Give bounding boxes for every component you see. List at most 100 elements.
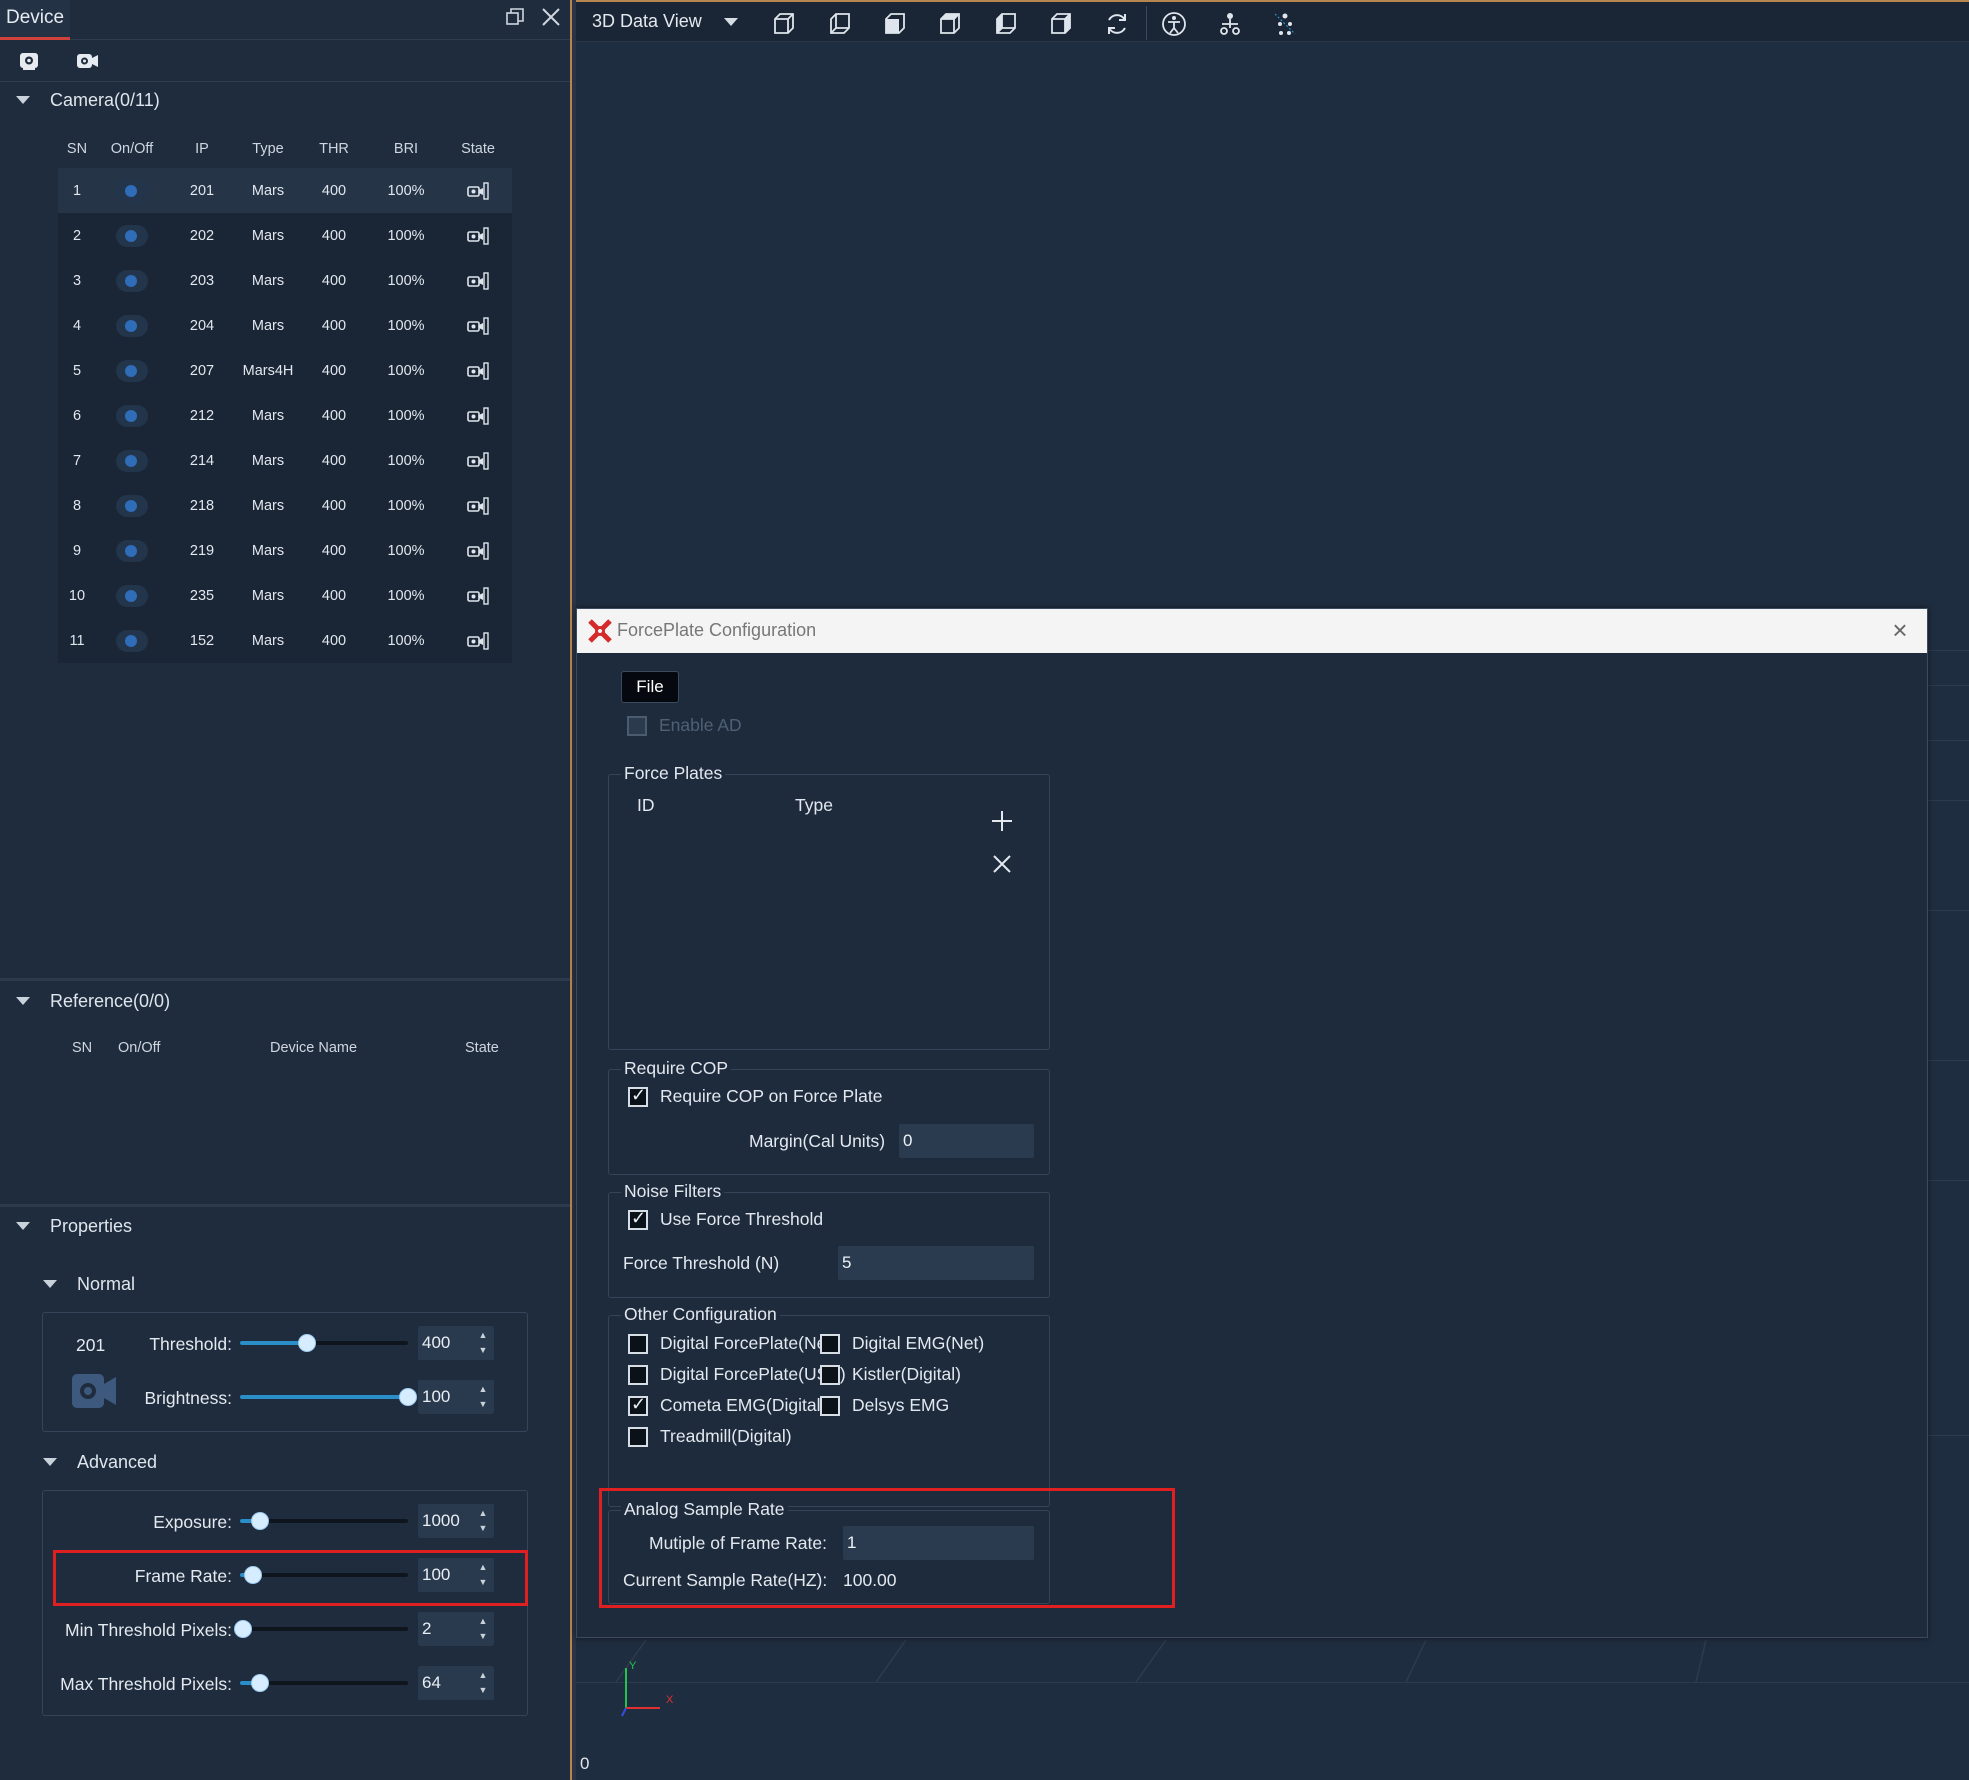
threshold-slider[interactable]	[240, 1334, 408, 1352]
camera-state[interactable]	[444, 393, 512, 438]
camera-state-icon[interactable]	[466, 451, 490, 471]
cube-front-icon[interactable]	[770, 10, 798, 38]
delete-icon[interactable]	[991, 853, 1013, 880]
spin-down-icon[interactable]: ▼	[476, 1397, 490, 1411]
toggle-switch[interactable]	[116, 404, 148, 427]
spin-up-icon[interactable]: ▲	[476, 1614, 490, 1628]
camera-state[interactable]	[444, 168, 512, 213]
camera-toggle[interactable]	[96, 393, 168, 438]
camera-state[interactable]	[444, 438, 512, 483]
spin-up-icon[interactable]: ▲	[476, 1668, 490, 1682]
camera-toggle[interactable]	[96, 618, 168, 663]
toggle-switch[interactable]	[116, 359, 148, 382]
advanced-subsection-header[interactable]: Advanced	[0, 1446, 300, 1482]
table-row[interactable]: 6 212 Mars 400 100%	[58, 393, 512, 438]
camera-state[interactable]	[444, 618, 512, 663]
slider-knob[interactable]	[399, 1388, 417, 1406]
other-config-checkbox[interactable]	[628, 1427, 648, 1447]
restore-icon[interactable]	[502, 6, 528, 32]
cube-left-icon[interactable]	[826, 10, 854, 38]
table-row[interactable]: 1 201 Mars 400 100%	[58, 168, 512, 213]
other-config-checkbox[interactable]	[820, 1334, 840, 1354]
camera-section-header[interactable]: Camera(0/11)	[0, 84, 300, 120]
camera-state-icon[interactable]	[466, 316, 490, 336]
properties-section-header[interactable]: Properties	[0, 1210, 300, 1246]
close-icon[interactable]	[538, 6, 564, 32]
camera-state-icon[interactable]	[466, 181, 490, 201]
force-threshold-input[interactable]: 5	[838, 1246, 1034, 1280]
camera-toggle[interactable]	[96, 573, 168, 618]
camera-toggle[interactable]	[96, 303, 168, 348]
spin-up-icon[interactable]: ▲	[476, 1506, 490, 1520]
toggle-switch[interactable]	[116, 179, 148, 202]
camera-toggle[interactable]	[96, 528, 168, 573]
spin-up-icon[interactable]: ▲	[476, 1382, 490, 1396]
toggle-switch[interactable]	[116, 224, 148, 247]
brightness-spinbox[interactable]: 100 ▲ ▼	[418, 1380, 494, 1414]
camera-toggle[interactable]	[96, 348, 168, 393]
other-config-checkbox[interactable]	[628, 1334, 648, 1354]
toggle-switch[interactable]	[116, 494, 148, 517]
toggle-switch[interactable]	[116, 449, 148, 472]
spin-down-icon[interactable]: ▼	[476, 1521, 490, 1535]
cube-back-icon[interactable]	[992, 10, 1020, 38]
camera-eye-icon[interactable]	[16, 48, 42, 74]
camera-state-icon[interactable]	[466, 541, 490, 561]
toggle-switch[interactable]	[116, 539, 148, 562]
view-mode-select[interactable]: 3D Data View	[592, 11, 702, 32]
table-row[interactable]: 7 214 Mars 400 100%	[58, 438, 512, 483]
other-config-checkbox[interactable]	[628, 1365, 648, 1385]
rigid-body-icon[interactable]	[1216, 10, 1244, 38]
cube-top-icon[interactable]	[881, 10, 909, 38]
exposure-slider[interactable]	[240, 1512, 408, 1530]
normal-subsection-header[interactable]: Normal	[0, 1268, 300, 1304]
skeleton-icon[interactable]	[1160, 10, 1188, 38]
max-threshold-slider[interactable]	[240, 1674, 408, 1692]
file-menu[interactable]: File	[621, 671, 679, 703]
markers-icon[interactable]	[1271, 10, 1299, 38]
camera-state-icon[interactable]	[466, 226, 490, 246]
table-row[interactable]: 9 219 Mars 400 100%	[58, 528, 512, 573]
table-row[interactable]: 2 202 Mars 400 100%	[58, 213, 512, 258]
close-icon[interactable]: ×	[1885, 615, 1915, 646]
camera-toggle[interactable]	[96, 258, 168, 303]
camera-state-icon[interactable]	[466, 271, 490, 291]
camera-state[interactable]	[444, 348, 512, 393]
use-force-threshold-checkbox[interactable]	[628, 1208, 648, 1230]
table-row[interactable]: 8 218 Mars 400 100%	[58, 483, 512, 528]
other-config-checkbox[interactable]	[820, 1365, 840, 1385]
camera-state[interactable]	[444, 573, 512, 618]
spin-down-icon[interactable]: ▼	[476, 1343, 490, 1357]
camera-toggle[interactable]	[96, 213, 168, 258]
table-row[interactable]: 4 204 Mars 400 100%	[58, 303, 512, 348]
max-threshold-spinbox[interactable]: 64 ▲ ▼	[418, 1666, 494, 1700]
chevron-down-icon[interactable]	[724, 18, 738, 26]
reference-section-header[interactable]: Reference(0/0)	[0, 985, 300, 1021]
plus-icon[interactable]	[990, 809, 1014, 838]
camera-state-icon[interactable]	[466, 586, 490, 606]
device-tab[interactable]: Device	[0, 0, 70, 40]
min-threshold-slider[interactable]	[234, 1620, 408, 1638]
threshold-spinbox[interactable]: 400 ▲ ▼	[418, 1326, 494, 1360]
camera-toggle[interactable]	[96, 168, 168, 213]
dialog-titlebar[interactable]: ForcePlate Configuration ×	[577, 609, 1927, 653]
table-row[interactable]: 3 203 Mars 400 100%	[58, 258, 512, 303]
min-threshold-spinbox[interactable]: 2 ▲ ▼	[418, 1612, 494, 1646]
table-row[interactable]: 10 235 Mars 400 100%	[58, 573, 512, 618]
camera-state[interactable]	[444, 258, 512, 303]
toggle-switch[interactable]	[116, 314, 148, 337]
spin-down-icon[interactable]: ▼	[476, 1629, 490, 1643]
toggle-switch[interactable]	[116, 269, 148, 292]
brightness-slider[interactable]	[240, 1388, 417, 1406]
table-row[interactable]: 11 152 Mars 400 100%	[58, 618, 512, 663]
camera-state-icon[interactable]	[466, 631, 490, 651]
margin-input[interactable]: 0	[899, 1124, 1034, 1158]
camera-state-icon[interactable]	[466, 361, 490, 381]
cube-bottom-icon[interactable]	[1047, 10, 1075, 38]
video-eye-icon[interactable]	[74, 48, 100, 74]
camera-state[interactable]	[444, 483, 512, 528]
table-row[interactable]: 5 207 Mars4H 400 100%	[58, 348, 512, 393]
camera-toggle[interactable]	[96, 483, 168, 528]
refresh-icon[interactable]	[1103, 10, 1131, 38]
camera-state-icon[interactable]	[466, 496, 490, 516]
